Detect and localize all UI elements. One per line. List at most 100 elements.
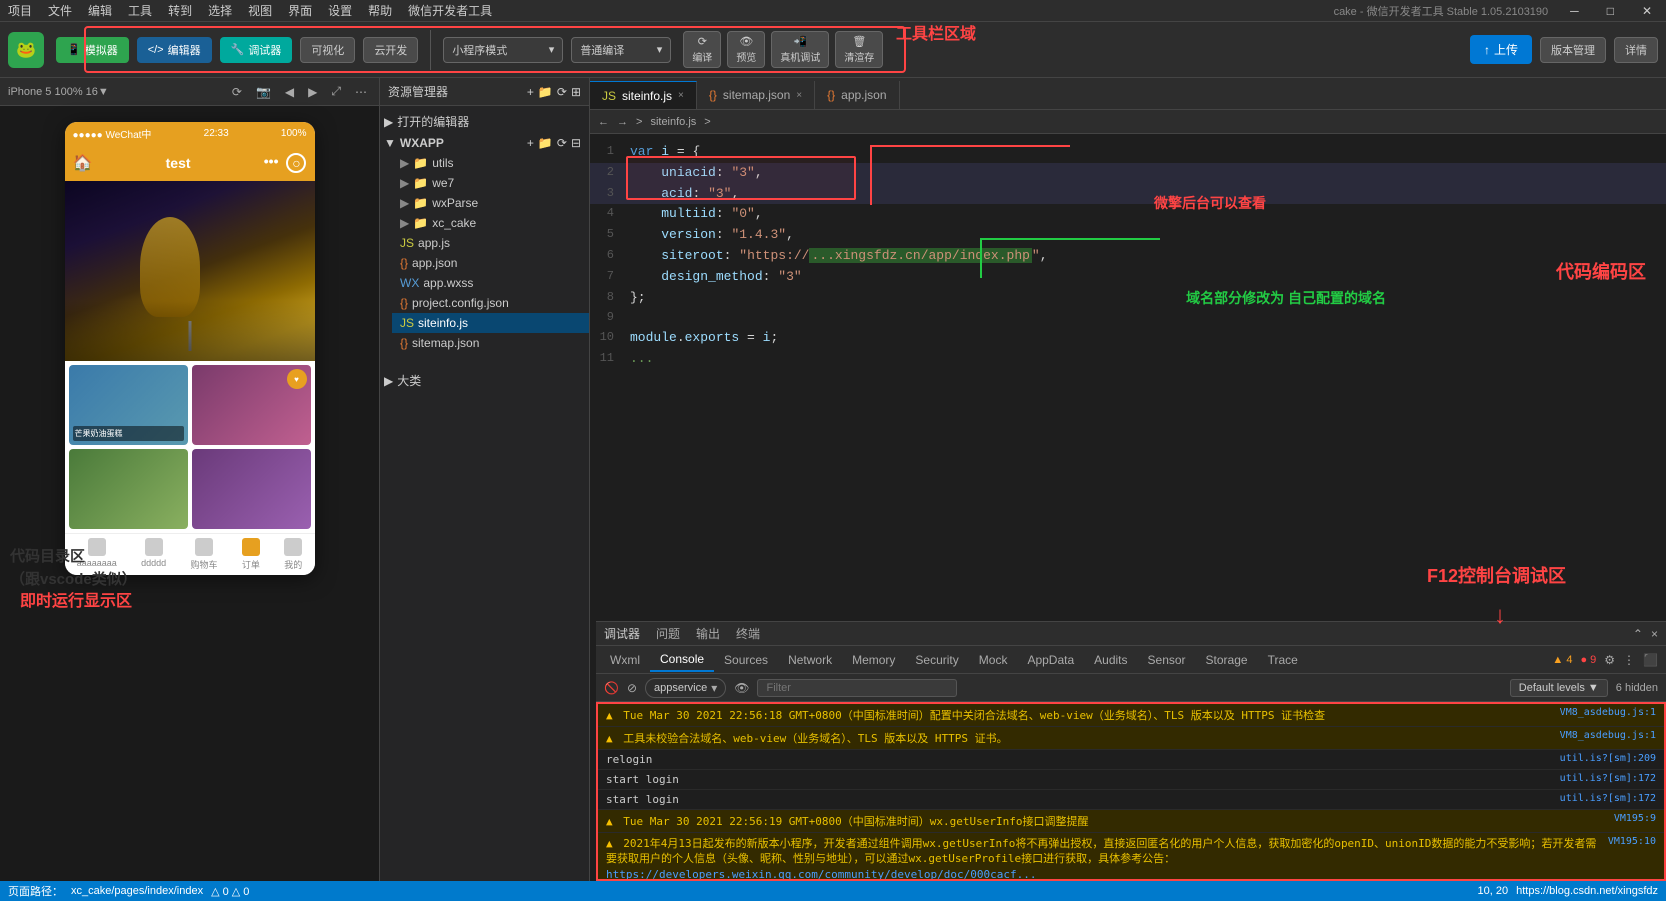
simulator-button[interactable]: 📱 模拟器: [56, 37, 129, 63]
doc-link[interactable]: https://developers.weixin.qq.com/communi…: [606, 868, 1036, 881]
mode-dropdown[interactable]: 小程序模式 ▾: [443, 37, 563, 63]
console-content: ▲ Tue Mar 30 2021 22:56:18 GMT+0800（中国标准…: [596, 702, 1666, 881]
tab-app-json[interactable]: {} app.json: [815, 81, 899, 109]
tab-mine[interactable]: 我的: [284, 538, 302, 571]
debugger-button[interactable]: 🔧 调试器: [220, 37, 293, 63]
menu-item-ui[interactable]: 界面: [288, 2, 312, 19]
subtab-storage[interactable]: Storage: [1196, 649, 1258, 671]
file-project-config[interactable]: {} project.config.json: [392, 293, 589, 313]
log-level-dropdown[interactable]: Default levels ▼: [1510, 679, 1608, 697]
tab-output[interactable]: 输出: [696, 625, 720, 642]
version-mgmt-button[interactable]: 版本管理: [1540, 37, 1606, 63]
refresh-icon[interactable]: ⟳: [557, 136, 567, 150]
new-folder-icon[interactable]: 📁: [538, 85, 553, 99]
compile-button[interactable]: ⟳ 编译: [683, 31, 721, 68]
collapse-tree-icon[interactable]: ⊞: [571, 85, 581, 99]
tab-sitemap-json[interactable]: {} sitemap.json ×: [697, 81, 815, 109]
folder-we7[interactable]: ▶ 📁 we7: [392, 173, 589, 193]
tab-order[interactable]: 订单: [242, 538, 260, 571]
menu-item-tools[interactable]: 工具: [128, 2, 152, 19]
rotate-button[interactable]: ⟳: [228, 83, 246, 101]
file-sitemap-json[interactable]: {} sitemap.json: [392, 333, 589, 353]
file-app-json[interactable]: {} app.json: [392, 253, 589, 273]
compile-dropdown[interactable]: 普通编译 ▾: [571, 37, 671, 63]
menu-item-wechat[interactable]: 微信开发者工具: [408, 2, 492, 19]
devtools-expand-icon[interactable]: ⌃: [1633, 627, 1643, 641]
visual-button[interactable]: 可视化: [300, 37, 355, 63]
device-debug-button[interactable]: 📲 真机调试: [771, 31, 829, 68]
window-close[interactable]: ✕: [1636, 4, 1658, 18]
subtab-security[interactable]: Security: [905, 649, 968, 671]
phone-nav-bar: 🏠 test ••• ○: [65, 145, 315, 181]
upload-button[interactable]: ↑ 上传: [1470, 35, 1532, 64]
dock-icon[interactable]: ⬛: [1639, 653, 1662, 667]
collapse-icon[interactable]: ⊟: [571, 136, 581, 150]
window-maximize[interactable]: □: [1601, 4, 1620, 18]
subtab-console[interactable]: Console: [650, 648, 714, 672]
more-folder[interactable]: ▶ 大类: [380, 369, 589, 392]
open-editors-section[interactable]: ▶ 打开的编辑器: [380, 110, 589, 133]
subtab-trace[interactable]: Trace: [1258, 649, 1308, 671]
forward-button[interactable]: →: [617, 116, 628, 128]
subtab-sources[interactable]: Sources: [714, 649, 778, 671]
refresh-tree-icon[interactable]: ⟳: [557, 85, 567, 99]
menu-item-settings[interactable]: 设置: [328, 2, 352, 19]
expand-sim-button[interactable]: ⤢: [327, 82, 345, 101]
eye-filter-icon[interactable]: 👁: [734, 681, 749, 695]
add-folder-icon[interactable]: 📁: [538, 136, 553, 150]
cloud-button[interactable]: 云开发: [363, 37, 418, 63]
close-tab-icon[interactable]: ×: [796, 90, 802, 101]
subtab-network[interactable]: Network: [778, 649, 842, 671]
tab-issues[interactable]: 问题: [656, 625, 680, 642]
subtab-appdata[interactable]: AppData: [1017, 649, 1084, 671]
device-selector[interactable]: iPhone 5 100% 16▼: [8, 86, 109, 98]
clear-cache-button[interactable]: 🗑 清渲存: [835, 31, 883, 68]
tab-debugger[interactable]: 调试器: [604, 625, 640, 642]
back-button[interactable]: ←: [598, 116, 609, 128]
menu-item-project[interactable]: 项目: [8, 2, 32, 19]
menu-item-view[interactable]: 视图: [248, 2, 272, 19]
menu-item-select[interactable]: 选择: [208, 2, 232, 19]
add-file-icon[interactable]: +: [527, 136, 534, 150]
more-options-icon[interactable]: ⋮: [1619, 653, 1639, 667]
screenshot-button[interactable]: 📷: [252, 83, 275, 101]
appservice-selector[interactable]: appservice ▾: [645, 678, 726, 698]
devtools-close-icon[interactable]: ×: [1651, 627, 1658, 641]
subtab-wxml[interactable]: Wxml: [600, 649, 650, 671]
preview-button[interactable]: 👁 预览: [727, 31, 765, 68]
wxapp-section[interactable]: ▼ WXAPP + 📁 ⟳ ⊟: [380, 133, 589, 153]
folder-utils[interactable]: ▶ 📁 utils: [392, 153, 589, 173]
subtab-mock[interactable]: Mock: [969, 649, 1018, 671]
file-siteinfo-js[interactable]: JS siteinfo.js: [392, 313, 589, 333]
more-sim-button[interactable]: ⋯: [351, 83, 371, 101]
folder-wxparse[interactable]: ▶ 📁 wxParse: [392, 193, 589, 213]
upload-icon: ↑: [1484, 43, 1490, 57]
clear-icon: 🗑: [852, 35, 866, 48]
menu-item-goto[interactable]: 转到: [168, 2, 192, 19]
next-button[interactable]: ▶: [304, 83, 321, 101]
menu-item-help[interactable]: 帮助: [368, 2, 392, 19]
detail-button[interactable]: 详情: [1614, 37, 1658, 63]
menu-item-file[interactable]: 文件: [48, 2, 72, 19]
subtab-audits[interactable]: Audits: [1084, 649, 1137, 671]
subtab-memory[interactable]: Memory: [842, 649, 905, 671]
filter-icon[interactable]: ⊘: [627, 681, 637, 695]
new-file-icon[interactable]: +: [527, 85, 534, 99]
prev-button[interactable]: ◀: [281, 83, 298, 101]
editor-button[interactable]: </> 编辑器: [137, 37, 212, 63]
clear-console-icon[interactable]: 🚫: [604, 681, 619, 695]
close-tab-icon[interactable]: ×: [678, 90, 684, 101]
menu-item-edit[interactable]: 编辑: [88, 2, 112, 19]
tab-ddddd[interactable]: ddddd: [141, 538, 166, 571]
tab-siteinfo-js[interactable]: JS siteinfo.js ×: [590, 81, 697, 109]
tab-terminal[interactable]: 终端: [736, 625, 760, 642]
subtab-sensor[interactable]: Sensor: [1138, 649, 1196, 671]
file-app-js[interactable]: JS app.js: [392, 233, 589, 253]
tab-cart[interactable]: 购物车: [191, 538, 218, 571]
console-filter-input[interactable]: [757, 679, 957, 697]
window-minimize[interactable]: ─: [1564, 4, 1585, 18]
file-app-wxss[interactable]: WX app.wxss: [392, 273, 589, 293]
folder-xc-cake[interactable]: ▶ 📁 xc_cake: [392, 213, 589, 233]
settings-icon[interactable]: ⚙: [1600, 653, 1619, 667]
hidden-count[interactable]: 6 hidden: [1616, 682, 1658, 694]
